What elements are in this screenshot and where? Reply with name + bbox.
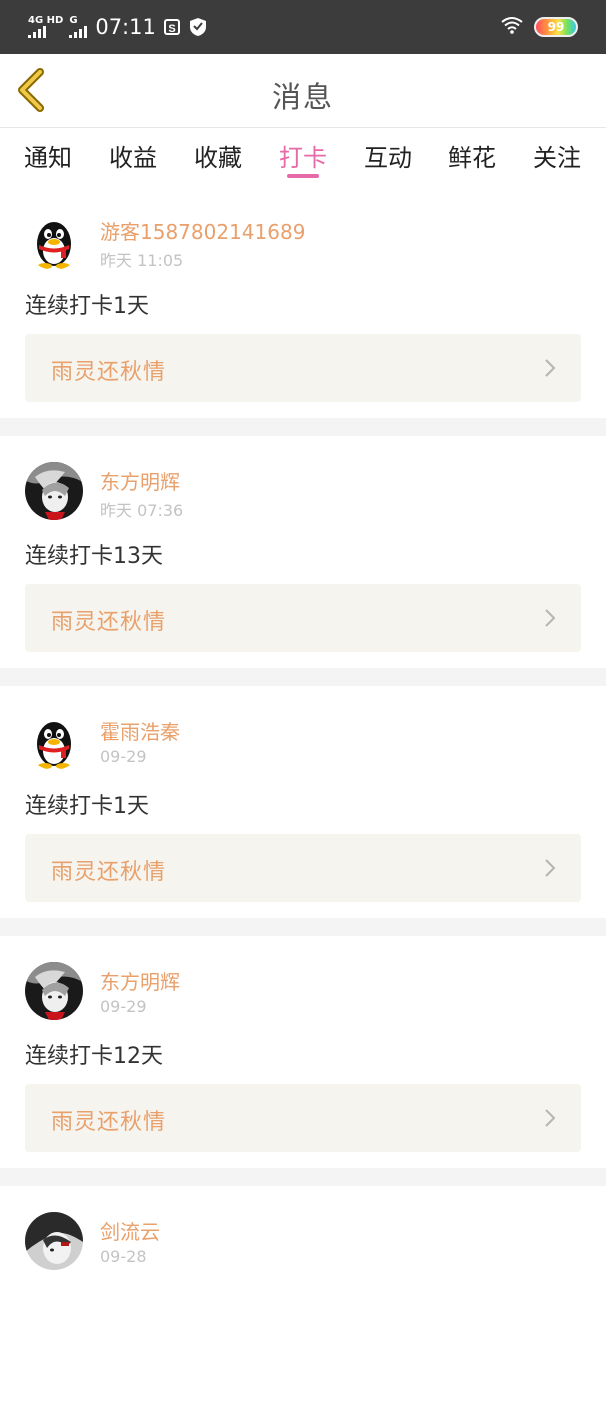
anime-avatar	[25, 462, 83, 520]
chevron-right-icon	[545, 609, 556, 627]
battery-icon: 99	[534, 17, 578, 37]
avatar[interactable]	[25, 962, 83, 1020]
username[interactable]: 霍雨浩秦	[100, 716, 180, 745]
anime-avatar	[25, 962, 83, 1020]
list-item: 游客1587802141689 昨天 11:05 连续打卡1天 雨灵还秋情	[0, 186, 606, 418]
username[interactable]: 游客1587802141689	[100, 216, 305, 245]
tab-interaction[interactable]: 互动	[358, 138, 418, 173]
status-bar: 4G HD G 07:11 S 99	[0, 0, 606, 54]
avatar[interactable]	[25, 712, 83, 770]
screenshot-icon: S	[162, 17, 182, 37]
signal-icon: 4G HD	[28, 16, 63, 38]
avatar[interactable]	[25, 462, 83, 520]
checkin-message: 连续打卡1天	[25, 294, 149, 319]
svg-text:S: S	[168, 23, 175, 35]
avatar[interactable]	[25, 1212, 83, 1270]
chevron-right-icon	[545, 1109, 556, 1127]
book-card[interactable]: 雨灵还秋情	[25, 834, 581, 902]
shield-icon	[188, 17, 208, 37]
checkin-message: 连续打卡12天	[25, 1044, 163, 1069]
timestamp: 昨天 11:05	[100, 251, 184, 270]
sim1-label: 4G HD	[28, 15, 64, 26]
timestamp: 09-28	[100, 1247, 147, 1266]
tab-favorites[interactable]: 收藏	[188, 138, 248, 173]
book-card[interactable]: 雨灵还秋情	[25, 334, 581, 402]
username[interactable]: 东方明辉	[100, 466, 180, 495]
timestamp: 昨天 07:36	[100, 501, 184, 520]
book-title: 雨灵还秋情	[51, 1110, 167, 1135]
signal-icon: G	[69, 15, 88, 38]
avatar[interactable]	[25, 212, 83, 270]
timestamp: 09-29	[100, 997, 147, 1016]
book-card[interactable]: 雨灵还秋情	[25, 584, 581, 652]
checkin-message: 连续打卡1天	[25, 794, 149, 819]
header: 消息	[0, 54, 606, 128]
chevron-right-icon	[545, 859, 556, 877]
checkin-message: 连续打卡13天	[25, 544, 163, 569]
divider	[0, 418, 606, 436]
username[interactable]: 剑流云	[100, 1216, 160, 1245]
tab-earnings[interactable]: 收益	[103, 138, 163, 173]
divider	[0, 668, 606, 686]
timestamp: 09-29	[100, 747, 147, 766]
book-card[interactable]: 雨灵还秋情	[25, 1084, 581, 1152]
wifi-icon	[500, 16, 524, 38]
divider	[0, 918, 606, 936]
tab-bar: 通知 收益 收藏 打卡 互动 鲜花 关注	[0, 128, 606, 186]
username[interactable]: 东方明辉	[100, 966, 180, 995]
qq-penguin-avatar	[25, 212, 83, 270]
book-title: 雨灵还秋情	[51, 360, 167, 385]
qq-penguin-avatar	[25, 712, 83, 770]
tab-checkin[interactable]: 打卡	[273, 138, 333, 173]
divider	[0, 1168, 606, 1186]
book-title: 雨灵还秋情	[51, 860, 167, 885]
anime-avatar-2	[25, 1212, 83, 1270]
list-item: 霍雨浩秦 09-29 连续打卡1天 雨灵还秋情	[0, 686, 606, 918]
list-item: 东方明辉 昨天 07:36 连续打卡13天 雨灵还秋情	[0, 436, 606, 668]
chevron-right-icon	[545, 359, 556, 377]
list-item: 东方明辉 09-29 连续打卡12天 雨灵还秋情	[0, 936, 606, 1168]
active-tab-indicator	[287, 174, 319, 178]
checkin-list: 游客1587802141689 昨天 11:05 连续打卡1天 雨灵还秋情 东方…	[0, 186, 606, 1418]
tab-follow[interactable]: 关注	[527, 138, 587, 173]
battery-level: 99	[547, 20, 565, 34]
book-title: 雨灵还秋情	[51, 610, 167, 635]
clock: 07:11	[95, 15, 156, 39]
page-title: 消息	[271, 80, 334, 114]
list-item: 剑流云 09-28	[0, 1186, 606, 1418]
tab-flowers[interactable]: 鲜花	[442, 138, 502, 173]
tab-notifications[interactable]: 通知	[18, 138, 78, 173]
sim2-label: G	[69, 15, 78, 26]
